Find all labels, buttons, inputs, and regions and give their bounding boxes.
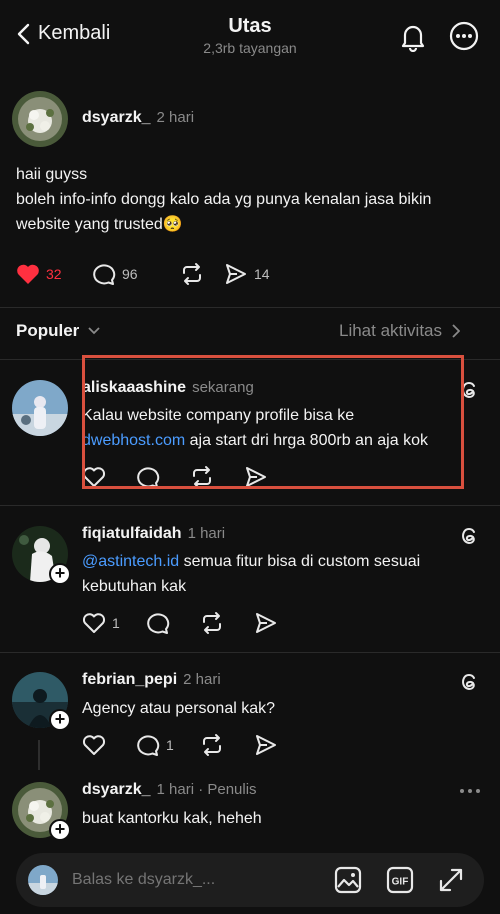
like-count: 32 bbox=[46, 266, 62, 282]
reply-text-line: buat kantorku kak, heheh bbox=[82, 810, 262, 827]
reply-actions: 1 bbox=[82, 611, 278, 635]
post-text-line: website yang trusted🥺 bbox=[16, 216, 183, 233]
gif-button[interactable]: GIF bbox=[386, 866, 414, 894]
reply-mention[interactable]: @astintech.id bbox=[82, 553, 179, 570]
like-button[interactable]: 32 bbox=[16, 263, 92, 285]
divider bbox=[0, 652, 500, 653]
image-icon bbox=[334, 866, 362, 894]
chevron-right-icon bbox=[452, 324, 460, 338]
send-icon bbox=[256, 735, 276, 755]
threads-button[interactable] bbox=[458, 671, 480, 693]
more-horizontal-icon bbox=[460, 789, 480, 793]
share-button[interactable] bbox=[254, 733, 278, 757]
repost-button[interactable] bbox=[180, 262, 220, 286]
more-options-button[interactable] bbox=[458, 781, 482, 801]
threads-icon bbox=[462, 674, 475, 691]
like-button[interactable]: 1 bbox=[82, 612, 146, 634]
gif-icon: GIF bbox=[386, 866, 414, 894]
comment-button[interactable]: 96 bbox=[92, 262, 180, 286]
follow-plus-button[interactable]: + bbox=[49, 819, 71, 841]
repost-icon bbox=[203, 734, 221, 756]
heart-filled-icon bbox=[17, 264, 39, 284]
bell-icon bbox=[401, 25, 425, 52]
comment-count: 96 bbox=[122, 266, 138, 282]
heart-icon bbox=[82, 613, 106, 633]
comment-icon bbox=[147, 613, 170, 634]
more-options-button[interactable] bbox=[449, 21, 479, 51]
thread-line bbox=[38, 740, 40, 770]
highlight-box bbox=[82, 355, 464, 489]
post-actions: 32 96 14 bbox=[16, 262, 270, 286]
heart-icon bbox=[82, 735, 106, 755]
share-count: 14 bbox=[254, 266, 270, 282]
like-count: 1 bbox=[112, 615, 120, 631]
activity-label: Lihat aktivitas bbox=[339, 321, 442, 340]
expand-icon bbox=[439, 868, 463, 892]
reply-bar: GIF bbox=[16, 853, 484, 907]
divider bbox=[0, 505, 500, 506]
comment-icon bbox=[93, 264, 116, 285]
sort-label: Populer bbox=[16, 321, 80, 340]
post-body: haii guyss boleh info-info dongg kalo ad… bbox=[16, 162, 486, 237]
more-circle-icon bbox=[449, 21, 479, 51]
post-username[interactable]: dsyarzk_ bbox=[82, 109, 151, 126]
repost-icon bbox=[203, 612, 221, 634]
image-button[interactable] bbox=[334, 866, 362, 894]
reply-time: 2 hari bbox=[183, 671, 221, 688]
send-icon bbox=[226, 264, 246, 284]
divider bbox=[0, 307, 500, 308]
comment-count: 1 bbox=[166, 737, 174, 753]
threads-button[interactable] bbox=[458, 525, 480, 547]
like-button[interactable] bbox=[82, 734, 136, 756]
post-text-line: boleh info-info dongg kalo ada yg punya … bbox=[16, 191, 432, 208]
share-button[interactable]: 14 bbox=[224, 262, 270, 286]
follow-plus-button[interactable]: + bbox=[49, 563, 71, 585]
comment-button[interactable]: 1 bbox=[136, 733, 200, 757]
sort-dropdown[interactable]: Populer bbox=[16, 321, 101, 341]
reply-username[interactable]: fiqiatulfaidah bbox=[82, 525, 182, 542]
reply-actions: 1 bbox=[82, 733, 278, 757]
avatar[interactable] bbox=[12, 380, 68, 436]
repost-button[interactable] bbox=[200, 611, 254, 635]
expand-button[interactable] bbox=[437, 866, 465, 894]
reply-time: 1 hari · Penulis bbox=[156, 781, 257, 798]
share-button[interactable] bbox=[254, 611, 278, 635]
comment-icon bbox=[137, 735, 160, 756]
reply-body: Agency atau personal kak? bbox=[82, 696, 482, 721]
reply-body: buat kantorku kak, heheh bbox=[82, 806, 482, 831]
repost-button[interactable] bbox=[200, 733, 254, 757]
svg-text:GIF: GIF bbox=[392, 877, 409, 888]
reply-text-line: Agency atau personal kak? bbox=[82, 700, 276, 717]
avatar[interactable] bbox=[12, 91, 68, 147]
avatar bbox=[28, 865, 58, 895]
reply-text-rest: semua fitur bisa di custom sesuai bbox=[179, 553, 421, 570]
send-icon bbox=[256, 613, 276, 633]
reply-input[interactable] bbox=[72, 868, 272, 892]
chevron-down-icon bbox=[88, 327, 100, 335]
comment-button[interactable] bbox=[146, 611, 200, 635]
repost-icon bbox=[183, 263, 201, 285]
reply-username[interactable]: dsyarzk_ bbox=[82, 781, 151, 798]
post-text-line: haii guyss bbox=[16, 166, 88, 183]
threads-icon bbox=[462, 528, 475, 545]
reply-body: @astintech.id semua fitur bisa di custom… bbox=[82, 549, 482, 599]
reply-username[interactable]: febrian_pepi bbox=[82, 671, 177, 688]
notification-button[interactable] bbox=[398, 22, 428, 52]
post-time: 2 hari bbox=[156, 109, 195, 126]
reply-text-line: kebutuhan kak bbox=[82, 578, 187, 595]
follow-plus-button[interactable]: + bbox=[49, 709, 71, 731]
reply-time: 1 hari bbox=[187, 525, 226, 542]
view-activity-link[interactable]: Lihat aktivitas bbox=[339, 321, 460, 341]
